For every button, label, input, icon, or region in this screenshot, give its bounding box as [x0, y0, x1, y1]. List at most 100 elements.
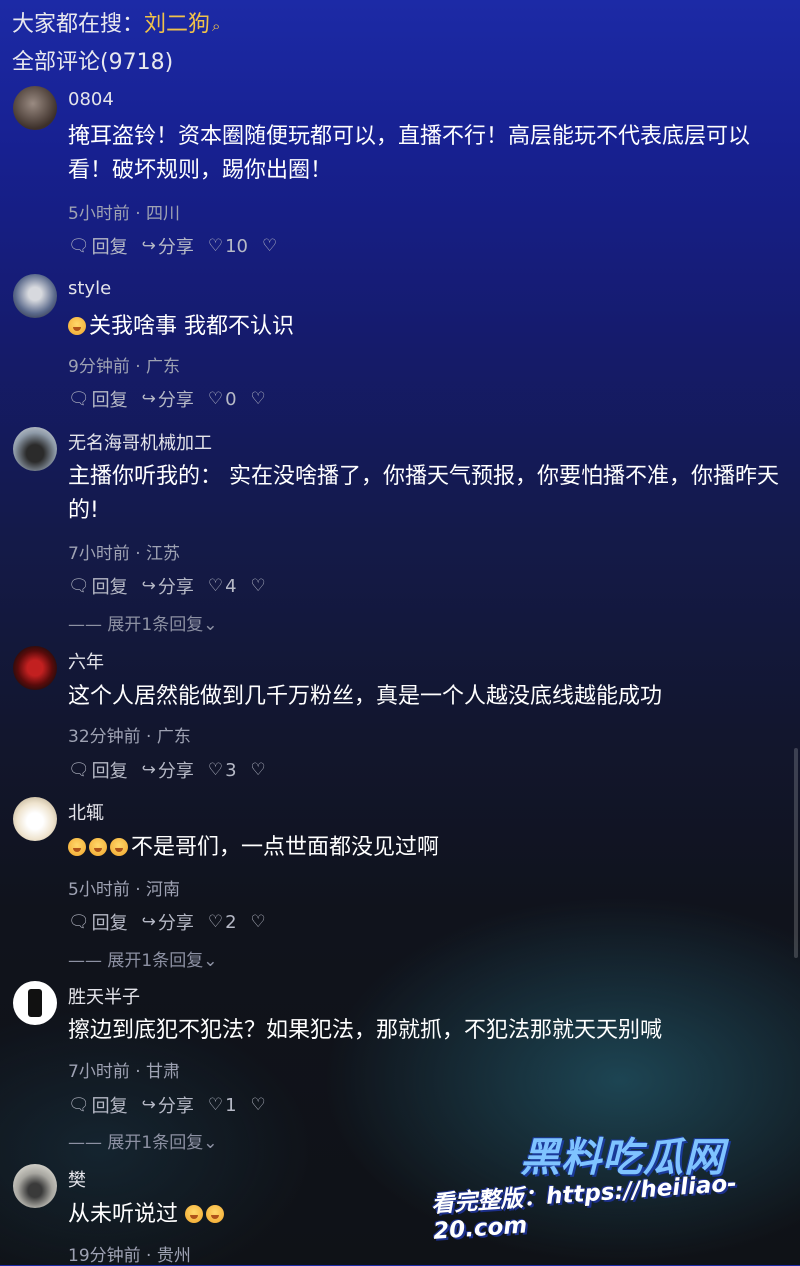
emoji-icon [89, 838, 107, 856]
comment-actions: 🗨︎ 回复 ↪ 分享 ♡ 2 ♡ [68, 909, 282, 935]
share-button[interactable]: ↪ 分享 [142, 573, 194, 599]
reply-button[interactable]: 🗨︎ 回复 [68, 386, 128, 412]
comment-username[interactable]: 樊 [68, 1166, 86, 1192]
expand-replies-button[interactable]: —— 展开1条回复⌄ [68, 610, 217, 635]
avatar[interactable] [13, 274, 57, 318]
share-arrow-icon: ↪ [141, 236, 156, 256]
comment-meta: 32分钟前 · 广东 [68, 727, 191, 747]
reply-button[interactable]: 🗨︎ 回复 [68, 233, 128, 259]
share-arrow-icon: ↪ [141, 389, 156, 409]
reply-button[interactable]: 🗨︎ 回复 [68, 909, 128, 935]
broken-heart-icon: ♡ [250, 912, 266, 932]
dislike-button[interactable]: ♡ [251, 912, 268, 932]
dislike-button[interactable]: ♡ [262, 236, 279, 256]
like-button[interactable]: ♡ 10 [208, 236, 248, 257]
share-arrow-icon: ↪ [141, 576, 156, 596]
comment-text: 掩耳盗铃！资本圈随便玩都可以，直播不行！高层能玩不代表底层可以看！破坏规则，踢你… [68, 124, 751, 183]
comment-username[interactable]: 六年 [68, 648, 104, 674]
avatar[interactable] [13, 427, 57, 471]
dislike-button[interactable]: ♡ [251, 1095, 268, 1115]
like-button[interactable]: ♡ 1 [208, 1095, 237, 1116]
comment-actions: 🗨︎ 回复 ↪ 分享 ♡ 10 ♡ [68, 233, 293, 259]
comment-count: 全部评论(9718) [12, 50, 174, 75]
comment-meta: 5小时前 · 河南 [68, 880, 181, 900]
heart-icon: ♡ [207, 576, 224, 596]
share-button[interactable]: ↪ 分享 [142, 233, 194, 259]
expand-replies-button[interactable]: —— 展开1条回复⌄ [68, 1128, 217, 1153]
reply-button[interactable]: 🗨︎ 回复 [68, 1092, 128, 1118]
heart-icon: ♡ [207, 760, 224, 780]
dislike-button[interactable]: ♡ [251, 389, 268, 409]
share-arrow-icon: ↪ [141, 912, 156, 932]
heart-icon: ♡ [207, 1095, 224, 1115]
comment-username[interactable]: 北辄 [68, 799, 104, 825]
emoji-icon [110, 838, 128, 856]
comment-actions: 🗨︎ 回复 ↪ 分享 ♡ 4 ♡ [68, 573, 282, 599]
avatar[interactable] [13, 646, 57, 690]
share-button[interactable]: ↪ 分享 [142, 757, 194, 783]
like-button[interactable]: ♡ 2 [208, 912, 237, 933]
like-button[interactable]: ♡ 3 [208, 760, 237, 781]
share-button[interactable]: ↪ 分享 [142, 909, 194, 935]
broken-heart-icon: ♡ [262, 236, 278, 256]
chevron-down-icon: ⌄ [203, 1133, 218, 1153]
emoji-icon [68, 317, 86, 335]
expand-replies-button[interactable]: —— 展开1条回复⌄ [68, 946, 217, 971]
comment-meta: 7小时前 · 甘肃 [68, 1062, 181, 1082]
comment-meta: 19分钟前 · 贵州 [68, 1246, 191, 1266]
chat-bubble-icon: 🗨︎ [68, 1095, 90, 1115]
share-arrow-icon: ↪ [141, 1095, 156, 1115]
broken-heart-icon: ♡ [250, 760, 266, 780]
comment-text: 不是哥们，一点世面都没见过啊 [68, 831, 783, 865]
chat-bubble-icon: 🗨︎ [68, 760, 90, 780]
share-button[interactable]: ↪ 分享 [142, 1092, 194, 1118]
reply-button[interactable]: 🗨︎ 回复 [68, 757, 128, 783]
like-count: 2 [225, 911, 237, 933]
avatar[interactable] [13, 797, 57, 841]
chevron-down-icon: ⌄ [203, 951, 218, 971]
heart-icon: ♡ [207, 912, 224, 932]
heart-icon: ♡ [207, 236, 224, 256]
like-count: 3 [225, 759, 237, 781]
search-keyword-link[interactable]: 刘二狗 [144, 12, 210, 37]
reply-button[interactable]: 🗨︎ 回复 [68, 573, 128, 599]
search-icon[interactable]: ⌕ [212, 17, 220, 35]
share-arrow-icon: ↪ [141, 760, 156, 780]
chevron-down-icon: ⌄ [203, 615, 218, 635]
emoji-icon [206, 1205, 225, 1223]
scrollbar[interactable] [794, 748, 798, 958]
watermark: 黑料吃瓜网 看完整版：https://heiliao-20.com [430, 1125, 800, 1265]
avatar[interactable] [13, 86, 57, 130]
comment-meta: 7小时前 · 江苏 [68, 544, 181, 564]
comment-actions: 🗨︎ 回复 ↪ 分享 ♡ 0 ♡ [68, 386, 282, 412]
comment-username[interactable]: style [68, 278, 111, 299]
chat-bubble-icon: 🗨︎ [68, 236, 90, 256]
like-button[interactable]: ♡ 0 [208, 389, 237, 410]
emoji-icon [68, 838, 86, 856]
emoji-icon [185, 1205, 204, 1223]
broken-heart-icon: ♡ [250, 576, 266, 596]
comment-username[interactable]: 无名海哥机械加工 [68, 429, 212, 455]
comment-actions: 🗨︎ 回复 ↪ 分享 ♡ 1 ♡ [68, 1092, 282, 1118]
dislike-button[interactable]: ♡ [251, 760, 268, 780]
search-suggestion-bar[interactable]: 大家都在搜：刘二狗 ⌕ [12, 6, 220, 38]
avatar[interactable] [13, 981, 57, 1025]
comment-meta: 5小时前 · 四川 [68, 204, 181, 224]
search-prefix: 大家都在搜： [12, 12, 145, 37]
like-button[interactable]: ♡ 4 [208, 576, 237, 597]
comment-username[interactable]: 0804 [68, 89, 114, 110]
like-count: 4 [225, 575, 237, 597]
heart-icon: ♡ [207, 389, 224, 409]
comment-text: 关我啥事 我都不认识 [68, 310, 783, 344]
share-button[interactable]: ↪ 分享 [142, 386, 194, 412]
comment-text: 擦边到底犯不犯法？如果犯法，那就抓，不犯法那就天天别喊 [68, 1018, 663, 1043]
chat-bubble-icon: 🗨︎ [68, 576, 90, 596]
avatar[interactable] [13, 1164, 57, 1208]
like-count: 1 [225, 1094, 237, 1116]
comment-actions: 🗨︎ 回复 ↪ 分享 ♡ 3 ♡ [68, 757, 282, 783]
watermark-text: 看完整版：https://heiliao-20.com [430, 1170, 738, 1245]
dislike-button[interactable]: ♡ [251, 576, 268, 596]
comment-text: 这个人居然能做到几千万粉丝，真是一个人越没底线越能成功 [68, 684, 663, 709]
comment-username[interactable]: 胜天半子 [68, 983, 140, 1009]
broken-heart-icon: ♡ [250, 389, 266, 409]
